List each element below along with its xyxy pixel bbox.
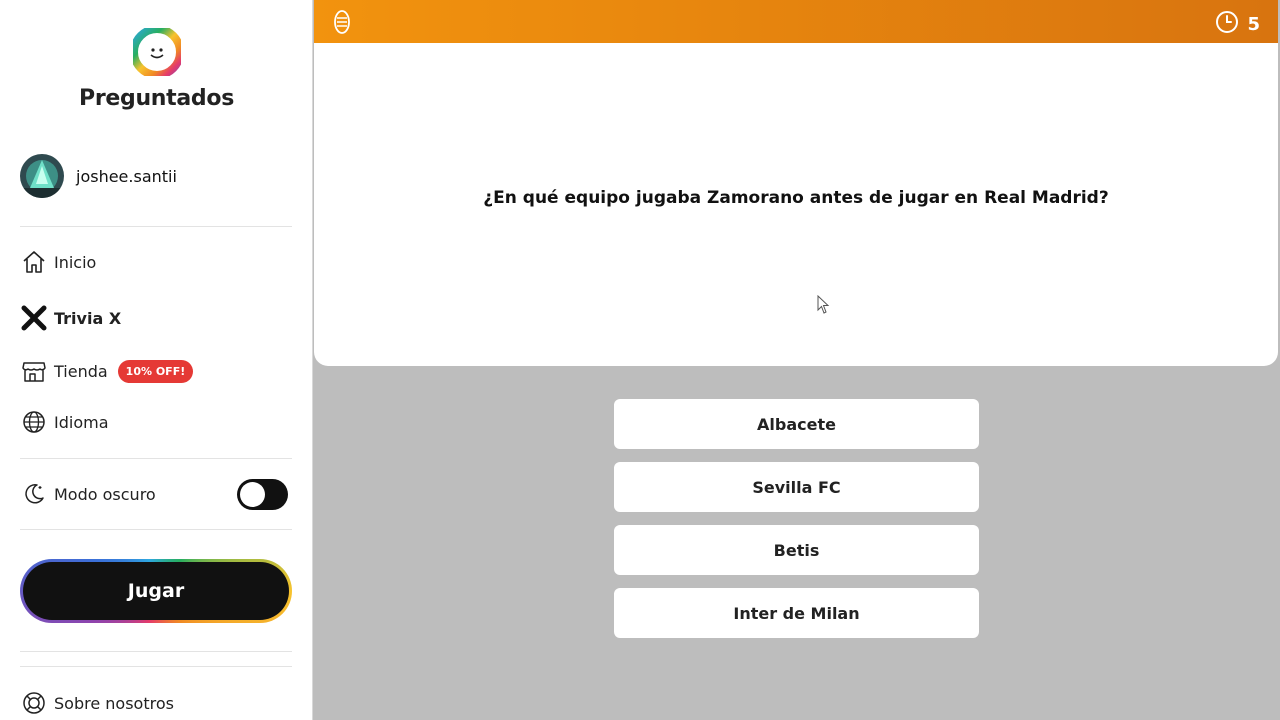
question-text: ¿En qué equipo jugaba Zamorano antes de … [483,187,1109,208]
moon-icon [20,480,48,508]
user-profile[interactable]: joshee.santii [20,154,177,198]
question-card: ¿En qué equipo jugaba Zamorano antes de … [314,43,1278,366]
globe-icon [20,408,48,436]
nav-item-idioma[interactable]: Idioma [20,408,109,436]
avatar [20,154,64,198]
answer-option[interactable]: Sevilla FC [614,462,979,512]
divider [20,651,292,652]
divider [20,226,292,227]
nav-label: Idioma [54,412,109,432]
toggle-knob [240,482,265,507]
dark-mode-label: Modo oscuro [54,484,156,504]
sports-football-icon [332,9,352,39]
play-button-label: Jugar [23,562,289,620]
answer-option[interactable]: Betis [614,525,979,575]
clock-icon [1215,10,1239,39]
divider [20,666,292,667]
app-logo[interactable]: Preguntados [0,25,313,111]
nav-label: Sobre nosotros [54,693,174,713]
dark-mode-toggle[interactable] [237,479,288,510]
question-header: 5 [314,0,1278,43]
app-name: Preguntados [79,86,234,111]
nav-item-trivia-x[interactable]: Trivia X [20,304,121,332]
store-icon [20,357,48,385]
sidebar: Preguntados joshee.santii Inicio Trivia … [0,0,313,720]
timer: 5 [1215,10,1260,39]
answer-option[interactable]: Albacete [614,399,979,449]
lifebuoy-icon [20,689,48,717]
answer-option[interactable]: Inter de Milan [614,588,979,638]
nav-label: Inicio [54,252,97,272]
x-icon [20,304,48,332]
logo-icon [129,25,184,79]
nav-item-sobre-nosotros[interactable]: Sobre nosotros [20,689,174,717]
timer-value: 5 [1247,14,1260,35]
dark-mode-row: Modo oscuro [20,480,156,508]
username: joshee.santii [76,166,177,186]
divider [20,458,292,459]
nav-item-inicio[interactable]: Inicio [20,248,96,276]
nav-label: Tienda [54,361,108,381]
play-button[interactable]: Jugar [20,559,292,623]
nav-item-tienda[interactable]: Tienda 10% OFF! [20,357,194,385]
mouse-cursor-icon [817,294,831,319]
divider [20,529,292,530]
nav-label: Trivia X [54,308,122,328]
discount-badge: 10% OFF! [117,359,194,383]
home-icon [20,248,48,276]
